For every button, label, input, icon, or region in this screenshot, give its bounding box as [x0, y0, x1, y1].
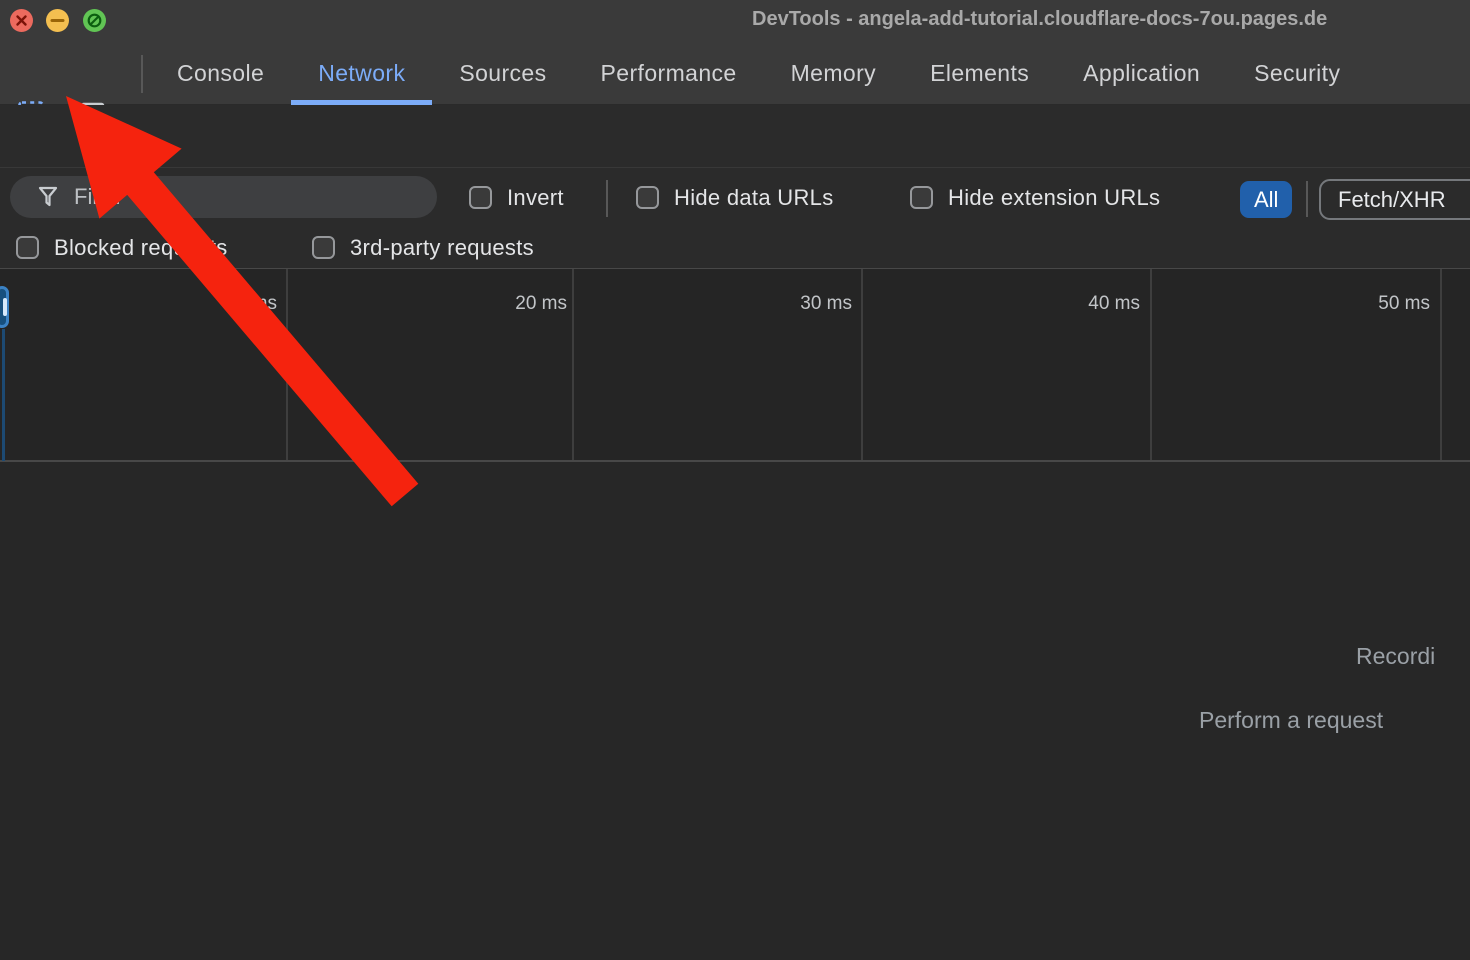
hide-extension-urls-label: Hide extension URLs: [948, 185, 1160, 211]
minimize-window-button[interactable]: [46, 9, 69, 32]
timeline-marker-stem: [2, 329, 5, 461]
panel-tabs: Console Network Sources Performance Memo…: [150, 42, 1367, 105]
devtools-window: DevTools - angela-add-tutorial.cloudflar…: [0, 0, 1470, 960]
timeline-gridline: [572, 269, 574, 460]
network-requests-panel: Recordi Perform a request: [0, 464, 1470, 960]
timeline-tick-label: 40 ms: [1050, 293, 1140, 315]
zoom-window-button[interactable]: [83, 9, 106, 32]
timeline-marker-glyph: [3, 298, 7, 316]
timeline-tick-label: 10 ms: [187, 293, 277, 315]
window-title: DevTools - angela-add-tutorial.cloudflar…: [752, 8, 1327, 31]
zoom-disabled-icon: [83, 9, 106, 32]
timeline-gridline: [861, 269, 863, 460]
hide-data-urls-checkbox[interactable]: [636, 186, 659, 209]
tabbar-divider: [141, 55, 143, 93]
filter-chip-fetch-xhr[interactable]: Fetch/XHR: [1319, 179, 1470, 220]
tab-elements[interactable]: Elements: [903, 42, 1056, 105]
timeline-gridline: [286, 269, 288, 460]
blocked-requests-label: Blocked requests: [54, 235, 228, 261]
third-party-requests-checkbox[interactable]: [312, 236, 335, 259]
tab-memory[interactable]: Memory: [764, 42, 903, 105]
tab-security[interactable]: Security: [1227, 42, 1367, 105]
minimize-icon: [46, 9, 69, 32]
request-filters-row: Blocked requests 3rd-party requests: [0, 228, 1470, 268]
timeline-gridline: [1440, 269, 1442, 460]
timeline-gridline: [1150, 269, 1152, 460]
close-window-button[interactable]: [10, 9, 33, 32]
third-party-requests-label: 3rd-party requests: [350, 235, 534, 261]
tab-application[interactable]: Application: [1056, 42, 1227, 105]
network-toolbar: Preserve log Disable cache No throttling: [0, 105, 1470, 168]
titlebar: DevTools - angela-add-tutorial.cloudflar…: [0, 0, 1470, 42]
filterbar-divider: [1306, 181, 1308, 217]
hide-data-urls-label: Hide data URLs: [674, 185, 834, 211]
tab-console[interactable]: Console: [150, 42, 291, 105]
filter-input[interactable]: [72, 176, 427, 218]
network-overview-timeline[interactable]: 10 ms 20 ms 30 ms 40 ms 50 ms: [0, 268, 1470, 462]
tab-sources[interactable]: Sources: [432, 42, 573, 105]
hide-extension-urls-checkbox[interactable]: [910, 186, 933, 209]
blocked-requests-checkbox[interactable]: [16, 236, 39, 259]
recording-status-text: Recordi: [1356, 643, 1435, 670]
invert-label: Invert: [507, 185, 564, 211]
timeline-marker[interactable]: [0, 286, 9, 328]
timeline-tick-label: 50 ms: [1340, 293, 1430, 315]
devtools-tab-bar: Console Network Sources Performance Memo…: [0, 42, 1470, 105]
tab-network[interactable]: Network: [291, 42, 432, 105]
network-filter-bar: Invert Hide data URLs Hide extension URL…: [0, 168, 1470, 228]
tab-performance[interactable]: Performance: [574, 42, 764, 105]
filter-input-container: [10, 176, 437, 218]
invert-checkbox[interactable]: [469, 186, 492, 209]
perform-request-hint-text: Perform a request: [1199, 707, 1383, 734]
filter-funnel-icon: [38, 186, 58, 208]
timeline-tick-label: 20 ms: [477, 293, 567, 315]
filterbar-divider: [606, 180, 608, 217]
timeline-tick-label: 30 ms: [762, 293, 852, 315]
filter-chip-all[interactable]: All: [1240, 181, 1292, 218]
close-icon: [10, 9, 33, 32]
